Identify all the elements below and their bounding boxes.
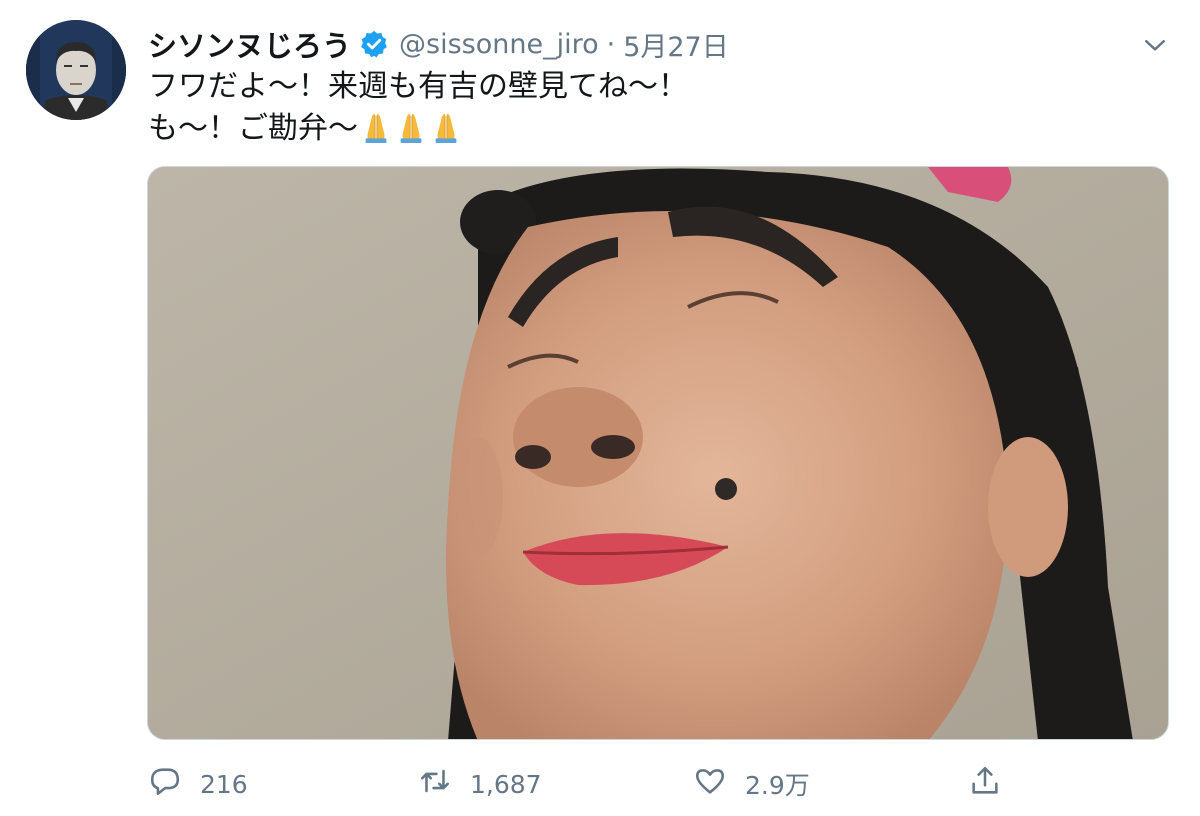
reply-icon [148, 764, 182, 804]
reply-button[interactable]: 216 [148, 760, 248, 808]
tweet: シソンヌじろう @sissonne_jiro · 5月27日 フワだよ〜！来週も… [0, 0, 1200, 816]
folded-hands-icon [359, 110, 393, 144]
chevron-down-icon[interactable] [1140, 30, 1170, 60]
share-button[interactable] [968, 760, 1002, 808]
tweet-text-line-2: も〜！ご勘弁〜 [148, 108, 688, 150]
retweet-button[interactable]: 1,687 [418, 760, 542, 808]
tweet-text-line-2-text: も〜！ご勘弁〜 [148, 111, 358, 146]
separator-dot: · [606, 28, 616, 60]
tweet-text: フワだよ〜！来週も有吉の壁見てね〜！ も〜！ご勘弁〜 [148, 66, 688, 150]
tweet-date[interactable]: 5月27日 [623, 25, 729, 64]
retweet-count: 1,687 [470, 769, 542, 799]
like-count: 2.9万 [745, 771, 810, 800]
verified-badge-icon [359, 29, 389, 59]
retweet-icon [418, 764, 452, 804]
reply-count: 216 [200, 769, 248, 799]
share-icon [968, 764, 1002, 804]
like-button[interactable]: 2.9万 [693, 760, 810, 808]
heart-icon [693, 764, 727, 804]
tweet-text-line-1: フワだよ〜！来週も有吉の壁見てね〜！ [148, 69, 688, 104]
avatar[interactable] [26, 20, 126, 120]
tweet-actions: 216 1,687 2.9万 [148, 760, 1188, 808]
folded-hands-icon [429, 110, 463, 144]
user-handle[interactable]: @sissonne_jiro [399, 29, 599, 60]
tweet-header: シソンヌじろう @sissonne_jiro · 5月27日 [148, 22, 729, 66]
tweet-photo[interactable] [147, 166, 1169, 740]
folded-hands-icon [394, 110, 428, 144]
display-name[interactable]: シソンヌじろう [148, 23, 351, 65]
